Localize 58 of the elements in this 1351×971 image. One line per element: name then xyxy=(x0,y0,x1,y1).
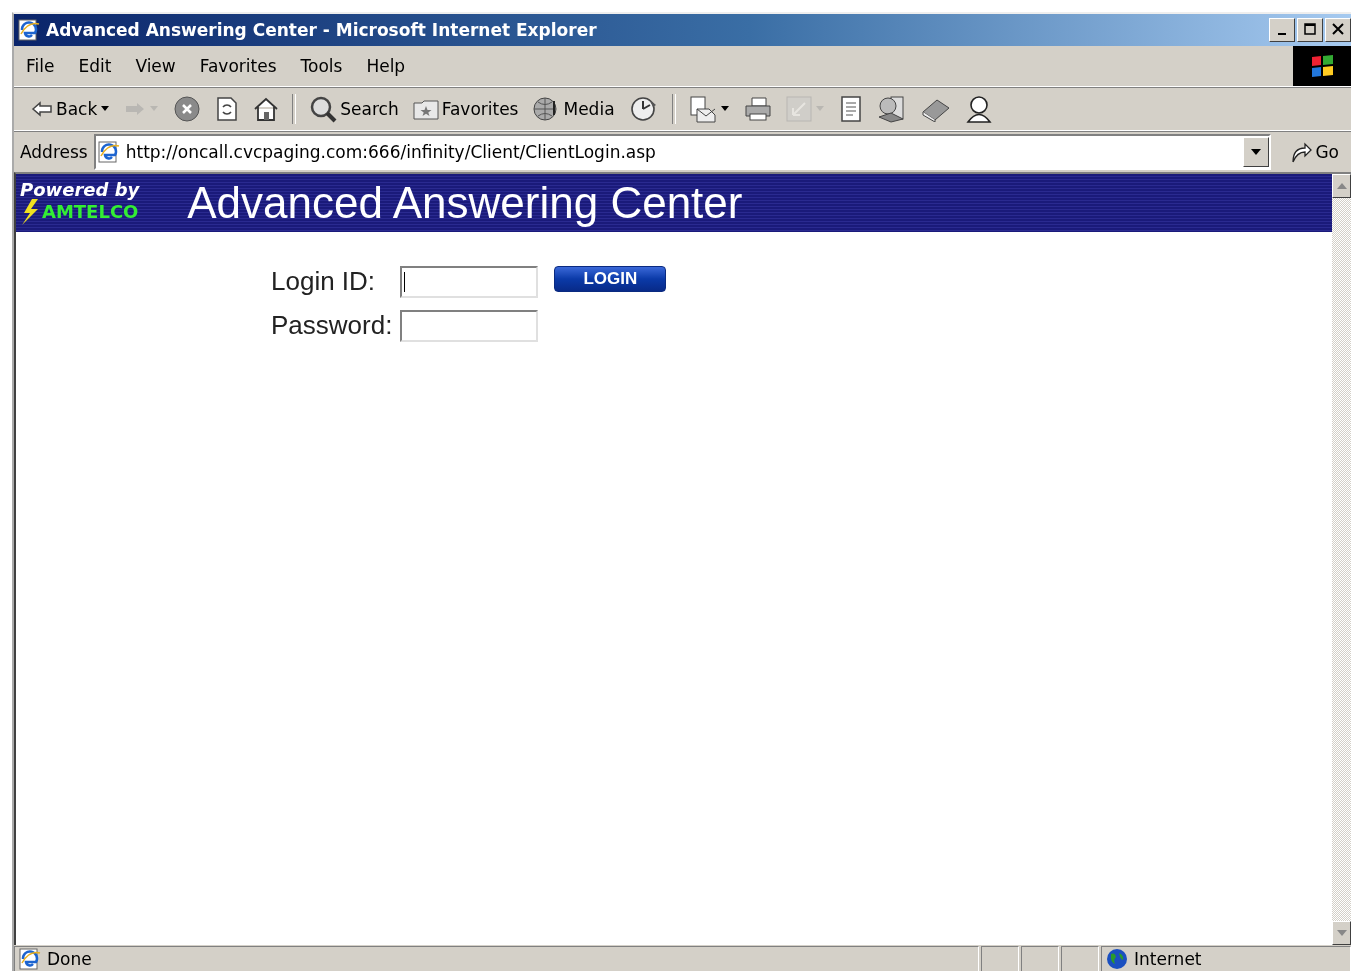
status-text: Done xyxy=(14,946,979,971)
menu-item[interactable]: View xyxy=(123,56,188,76)
person-icon xyxy=(964,95,993,123)
powered-by-text: Powered by xyxy=(20,181,140,199)
menu-item[interactable]: Favorites xyxy=(187,56,289,76)
globe-icon xyxy=(1106,948,1128,970)
menu-item[interactable]: Tools xyxy=(288,56,355,76)
password-field[interactable] xyxy=(400,310,539,342)
scroll-up-icon xyxy=(1336,183,1347,189)
login-id-label: Login ID: xyxy=(271,266,377,297)
minimize-button[interactable] xyxy=(1269,18,1295,42)
login-id-field[interactable] xyxy=(400,266,539,298)
edit-page-icon xyxy=(785,96,812,122)
back-button[interactable]: Back xyxy=(26,97,116,121)
scroll-down-icon xyxy=(1336,930,1347,936)
curved-arrow-icon xyxy=(1289,140,1314,164)
menu-item[interactable]: File xyxy=(14,56,67,76)
minimize-icon xyxy=(1278,32,1286,35)
refresh-icon xyxy=(215,95,240,123)
home-icon xyxy=(253,96,280,122)
caret-icon xyxy=(719,106,730,112)
close-button[interactable] xyxy=(1325,18,1351,42)
mail-icon xyxy=(688,95,717,123)
media-button[interactable]: Media xyxy=(527,93,620,125)
browser-page-icon xyxy=(18,19,40,41)
zone-indicator: Internet xyxy=(1101,946,1351,971)
caret-icon xyxy=(814,106,825,112)
stop-icon xyxy=(173,95,202,123)
maximize-button[interactable] xyxy=(1297,18,1323,42)
document-icon xyxy=(838,95,863,123)
favorites-button[interactable]: Favorites xyxy=(407,96,524,122)
menu-item[interactable]: Edit xyxy=(66,56,124,76)
windows-flag-icon xyxy=(1293,46,1351,86)
scrollbar[interactable] xyxy=(1332,174,1351,945)
address-field[interactable]: http://oncall.cvcpaging.com:666/infinity/Client/ClientLogin.asp xyxy=(93,134,1272,170)
menu-item[interactable]: Help xyxy=(354,56,418,76)
dropdown-button[interactable] xyxy=(1243,137,1270,167)
go-button[interactable]: Go xyxy=(1277,140,1351,164)
close-icon xyxy=(1332,22,1344,35)
monitor-icon xyxy=(876,95,907,123)
brand-logo-text: AMTELCO xyxy=(42,203,139,221)
login-button[interactable]: LOGIN xyxy=(554,266,667,292)
page-icon xyxy=(19,948,41,970)
password-label: Password: xyxy=(271,310,394,341)
page-title: Advanced Answering Center xyxy=(187,178,743,228)
search-button[interactable]: Search xyxy=(304,93,404,125)
folder-star-icon xyxy=(412,98,439,120)
caret-icon xyxy=(1251,149,1262,155)
lightning-icon xyxy=(20,199,40,225)
caret-icon xyxy=(100,106,111,112)
page-icon xyxy=(97,141,120,163)
window-title: Advanced Answering Center - Microsoft Internet Explorer xyxy=(46,20,597,40)
printer-icon xyxy=(743,96,772,122)
search-icon xyxy=(309,95,338,123)
back-arrow-icon xyxy=(31,100,53,118)
caret-icon xyxy=(149,106,160,112)
address-label: Address xyxy=(20,142,88,162)
maximize-icon xyxy=(1304,22,1316,35)
